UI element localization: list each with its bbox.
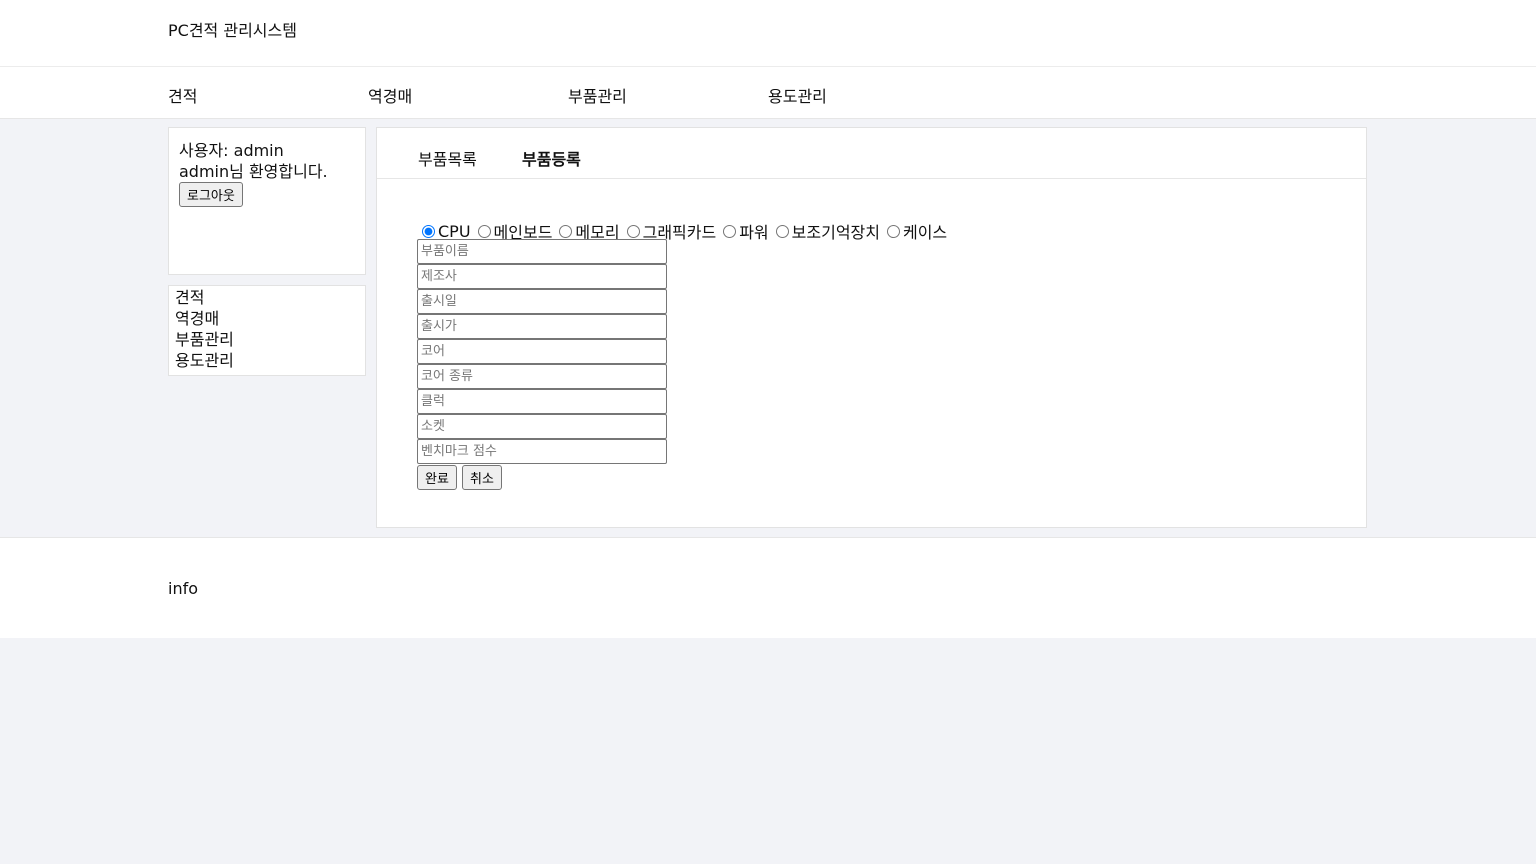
core-type-input[interactable]: [417, 364, 667, 389]
radio-option-case[interactable]: 케이스: [884, 219, 947, 243]
manufacturer-input[interactable]: [417, 264, 667, 289]
user-panel: 사용자: admin admin님 환영합니다. 로그아웃: [168, 127, 366, 275]
radio-power[interactable]: [723, 224, 737, 238]
form-actions: 완료 취소: [417, 465, 667, 490]
radio-option-cpu[interactable]: CPU: [419, 222, 471, 241]
sidebar-menu: 견적 역경매 부품관리 용도관리: [168, 285, 366, 376]
part-form: 완료 취소: [417, 239, 667, 490]
radio-memory[interactable]: [559, 224, 573, 238]
top-nav: 견적 역경매 부품관리 용도관리: [0, 67, 1536, 119]
user-line: 사용자: admin: [179, 141, 284, 160]
main-panel: 부품목록 부품등록 CPU 메인보드 메모리 그래픽카드 파워 보조기억장치 케…: [376, 127, 1367, 528]
radio-storage[interactable]: [775, 224, 789, 238]
radio-cpu[interactable]: [422, 224, 435, 238]
benchmark-score-input[interactable]: [417, 439, 667, 464]
submit-button[interactable]: 완료: [417, 465, 457, 490]
header: PC견적 관리시스템: [0, 0, 1536, 67]
tab-bar: 부품목록 부품등록: [377, 128, 1366, 179]
welcome-text: admin님 환영합니다.: [179, 162, 328, 181]
app-title: PC견적 관리시스템: [168, 21, 297, 40]
release-price-input[interactable]: [417, 314, 667, 339]
sidebar-item-reverse-auction[interactable]: 역경매: [175, 308, 359, 329]
nav-item-parts[interactable]: 부품관리: [568, 83, 627, 107]
sidebar-item-usage[interactable]: 용도관리: [175, 350, 359, 371]
cancel-button[interactable]: 취소: [462, 465, 502, 490]
release-date-input[interactable]: [417, 289, 667, 314]
radio-option-power[interactable]: 파워: [720, 219, 769, 243]
sidebar-item-parts[interactable]: 부품관리: [175, 329, 359, 350]
nav-item-usage[interactable]: 용도관리: [768, 83, 827, 107]
nav-item-estimate[interactable]: 견적: [168, 83, 197, 107]
nav-item-reverse-auction[interactable]: 역경매: [368, 83, 412, 107]
footer-info: info: [168, 579, 199, 598]
socket-input[interactable]: [417, 414, 667, 439]
clock-input[interactable]: [417, 389, 667, 414]
logout-button[interactable]: 로그아웃: [179, 182, 243, 207]
tab-part-register[interactable]: 부품등록: [522, 146, 581, 170]
part-name-input[interactable]: [417, 239, 667, 264]
footer: info: [0, 537, 1536, 638]
core-input[interactable]: [417, 339, 667, 364]
tab-part-list[interactable]: 부품목록: [418, 146, 477, 170]
radio-case[interactable]: [886, 224, 900, 238]
radio-mainboard[interactable]: [477, 224, 491, 238]
radio-option-storage[interactable]: 보조기억장치: [773, 219, 880, 243]
sidebar-item-estimate[interactable]: 견적: [175, 287, 359, 308]
radio-graphics[interactable]: [626, 224, 640, 238]
